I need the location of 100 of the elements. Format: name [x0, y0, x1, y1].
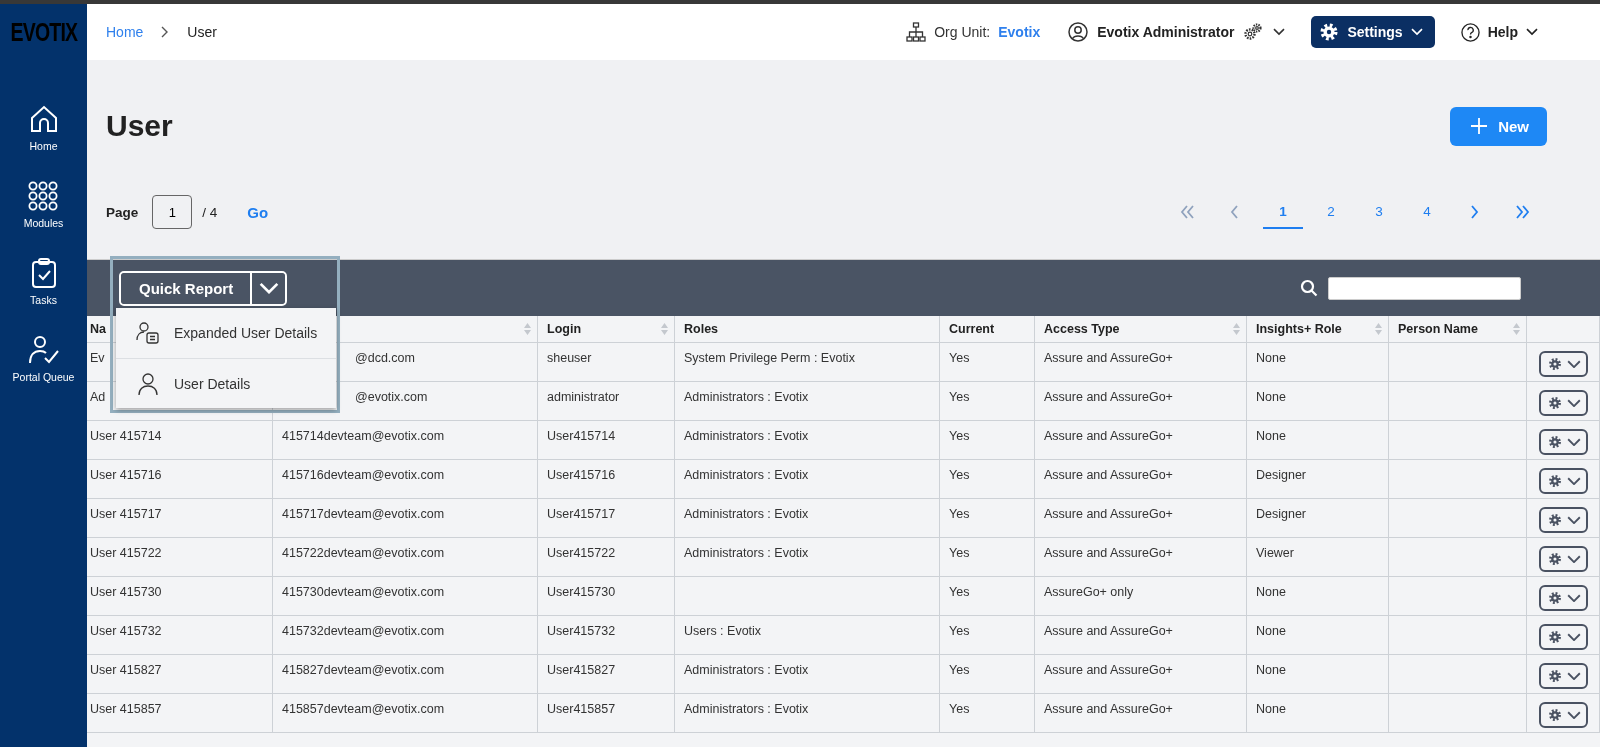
- table-cell: Administrators : Evotix: [675, 694, 940, 733]
- table-cell: Yes: [940, 577, 1035, 616]
- row-actions-button[interactable]: [1538, 468, 1588, 494]
- table-cell: 415717devteam@evotix.com: [273, 499, 538, 538]
- page-number-field[interactable]: 1: [152, 195, 193, 229]
- sidebar-nav-item[interactable]: Home: [28, 104, 59, 152]
- user-icon: [136, 371, 160, 396]
- gear-icon: [1547, 513, 1562, 527]
- table-cell: Administrators : Evotix: [675, 499, 940, 538]
- sidebar-nav-item[interactable]: Tasks: [29, 258, 58, 306]
- table-cell: Assure and AssureGo+: [1035, 655, 1247, 694]
- user-name: Evotix Administrator: [1097, 24, 1235, 40]
- table-cell: 415857devteam@evotix.com: [273, 694, 538, 733]
- chevron-down-icon: [1566, 632, 1581, 642]
- row-actions-button[interactable]: [1538, 507, 1588, 533]
- column-header[interactable]: Current: [940, 316, 1035, 343]
- settings-button[interactable]: Settings: [1311, 16, 1435, 48]
- gear-icon: [1547, 474, 1562, 488]
- chevron-down-icon: [1566, 359, 1581, 369]
- table-cell: AssureGo+ only: [1035, 577, 1247, 616]
- sidebar-nav-item[interactable]: Modules: [23, 181, 64, 229]
- table-cell: Yes: [940, 616, 1035, 655]
- new-button[interactable]: New: [1450, 106, 1547, 146]
- double-chevron-left-icon: [1179, 205, 1195, 219]
- table-cell: User415717: [538, 499, 675, 538]
- table-cell: administrator: [538, 382, 675, 421]
- breadcrumb-current: User: [187, 24, 217, 40]
- table-cell: Yes: [940, 343, 1035, 382]
- gear-icon: [1547, 552, 1562, 566]
- search-field[interactable]: [1328, 276, 1521, 300]
- go-button[interactable]: Go: [247, 203, 269, 221]
- page-number-button[interactable]: 4: [1407, 195, 1447, 229]
- gear-icon: [1547, 357, 1562, 371]
- table-cell: Administrators : Evotix: [675, 538, 940, 577]
- table-cell: 415732devteam@evotix.com: [273, 616, 538, 655]
- table-cell: Assure and AssureGo+: [1035, 343, 1247, 382]
- page-number-button[interactable]: 1: [1263, 195, 1303, 229]
- table-cell: Assure and AssureGo+: [1035, 616, 1247, 655]
- breadcrumb-link[interactable]: Home: [106, 24, 144, 40]
- page-number-button[interactable]: 2: [1311, 195, 1351, 229]
- gear-icon: [1547, 708, 1562, 722]
- row-actions-button[interactable]: [1538, 429, 1588, 455]
- table-cell: Administrators : Evotix: [675, 382, 940, 421]
- user-options-button[interactable]: [1243, 22, 1286, 42]
- table-cell: 415827devteam@evotix.com: [273, 655, 538, 694]
- sidebar-nav-item[interactable]: Portal Queue: [12, 335, 75, 383]
- chevron-down-icon: [1526, 28, 1538, 36]
- row-actions-button[interactable]: [1538, 546, 1588, 572]
- row-actions-button[interactable]: [1538, 624, 1588, 650]
- table-cell: User 415717: [87, 499, 273, 538]
- row-actions-button[interactable]: [1538, 390, 1588, 416]
- user-list-icon: [136, 321, 160, 345]
- quick-report-dropdown-button[interactable]: [250, 272, 286, 304]
- gears-icon: [1243, 22, 1264, 42]
- column-header[interactable]: Insights+ Role: [1247, 316, 1389, 343]
- table-cell: None: [1247, 343, 1389, 382]
- table-cell: Yes: [940, 694, 1035, 733]
- table-cell: User 415732: [87, 616, 273, 655]
- table-cell: 415730devteam@evotix.com: [273, 577, 538, 616]
- user-circle-icon: [1068, 22, 1089, 42]
- home-icon: [28, 104, 59, 134]
- table-cell: 415716devteam@evotix.com: [273, 460, 538, 499]
- page-number-button[interactable]: 3: [1359, 195, 1399, 229]
- table-cell: User415714: [538, 421, 675, 460]
- chevron-down-icon: [258, 282, 279, 294]
- table-cell: Assure and AssureGo+: [1035, 499, 1247, 538]
- org-unit-link[interactable]: Evotix: [998, 24, 1041, 40]
- table-cell: 415714devteam@evotix.com: [273, 421, 538, 460]
- row-actions-button[interactable]: [1538, 702, 1588, 728]
- chevron-down-icon: [1566, 671, 1581, 681]
- help-button[interactable]: Help: [1460, 22, 1538, 42]
- column-header[interactable]: Login: [538, 316, 675, 343]
- sort-icon: [1375, 323, 1382, 335]
- gear-icon: [1547, 591, 1562, 605]
- table-cell: None: [1247, 382, 1389, 421]
- table-cell: User 415716: [87, 460, 273, 499]
- sort-icon: [1233, 323, 1240, 335]
- table-cell: None: [1247, 694, 1389, 733]
- table-cell: User 415714: [87, 421, 273, 460]
- chevron-down-icon: [1410, 28, 1423, 36]
- column-header[interactable]: Person Name: [1389, 316, 1527, 343]
- chevron-down-icon: [1273, 28, 1286, 36]
- help-icon: [1460, 22, 1480, 42]
- row-actions-button[interactable]: [1538, 351, 1588, 377]
- table-cell: Assure and AssureGo+: [1035, 694, 1247, 733]
- grid-icon: [28, 181, 59, 211]
- column-header[interactable]: Access Type: [1035, 316, 1247, 343]
- clipboard-check-icon: [29, 258, 58, 288]
- sort-icon: [661, 323, 668, 335]
- table-cell: Administrators : Evotix: [675, 460, 940, 499]
- column-header[interactable]: Na: [90, 322, 106, 336]
- row-actions-button[interactable]: [1538, 585, 1588, 611]
- column-header[interactable]: Roles: [675, 316, 940, 343]
- row-actions-button[interactable]: [1538, 663, 1588, 689]
- page-total: / 4: [202, 204, 218, 220]
- table-cell: Designer: [1247, 499, 1389, 538]
- plus-icon: [1470, 117, 1489, 135]
- table-cell: User415716: [538, 460, 675, 499]
- evotix-logo: EVOTIX: [10, 17, 77, 47]
- chevron-down-icon: [1566, 437, 1581, 447]
